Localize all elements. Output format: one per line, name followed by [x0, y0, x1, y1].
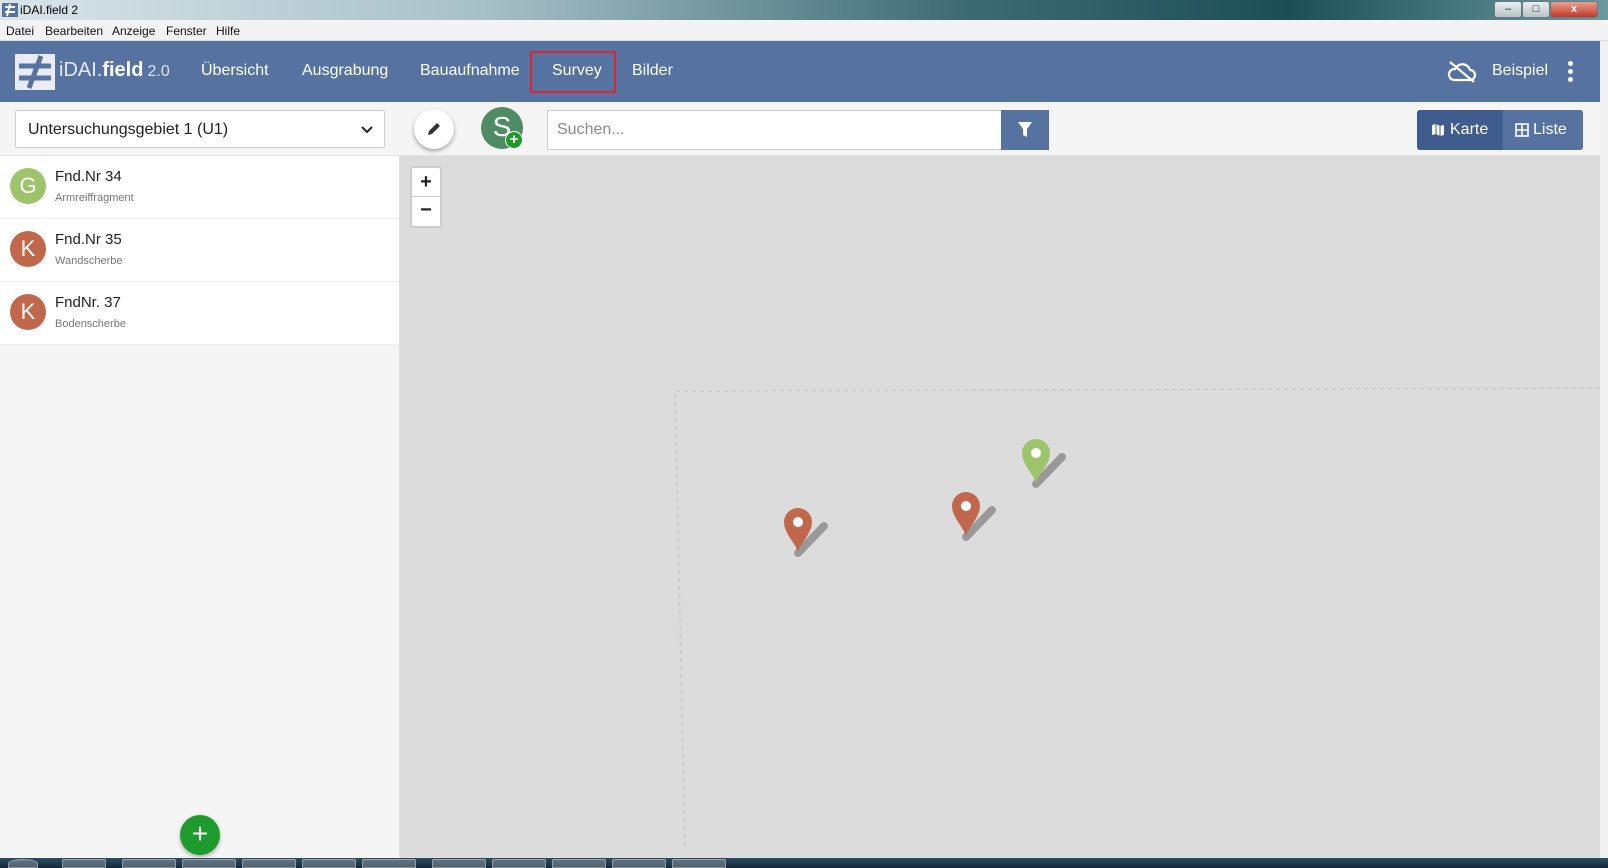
search-input[interactable] — [547, 110, 1001, 150]
tab-bilder[interactable]: Bilder — [632, 62, 673, 80]
taskbar-item[interactable] — [552, 859, 606, 868]
grid-icon — [1515, 123, 1529, 137]
resource-short-description: Armreiffragment — [55, 192, 134, 204]
operation-select[interactable]: Untersuchungsgebiet 1 (U1) — [15, 110, 385, 148]
taskbar-item[interactable] — [182, 859, 236, 868]
list-item[interactable]: G Fnd.Nr 34 Armreiffragment — [0, 156, 399, 219]
resource-short-description: Bodenscherbe — [55, 318, 126, 330]
window-title: iDAI.field 2 — [20, 3, 79, 17]
project-name[interactable]: Beispiel — [1492, 62, 1548, 80]
taskbar-item[interactable] — [122, 859, 176, 868]
menu-anzeige[interactable]: Anzeige — [112, 24, 155, 38]
taskbar-item[interactable] — [492, 859, 546, 868]
operation-select-value: Untersuchungsgebiet 1 (U1) — [28, 121, 229, 138]
map-canvas[interactable] — [400, 156, 1600, 858]
taskbar-item[interactable] — [672, 859, 726, 868]
more-vert-icon[interactable] — [1566, 61, 1574, 83]
survey-area-boundary — [674, 387, 1600, 847]
view-map-button[interactable]: Karte — [1417, 110, 1502, 150]
cloud-off-icon[interactable] — [1447, 60, 1477, 84]
map-marker-fnd-34[interactable] — [1022, 439, 1066, 488]
resource-identifier: Fnd.Nr 35 — [55, 231, 122, 248]
start-button[interactable] — [8, 859, 38, 868]
menu-fenster[interactable]: Fenster — [166, 24, 207, 38]
map-marker-fnd-35[interactable] — [784, 508, 828, 557]
map-view[interactable] — [400, 156, 1600, 858]
taskbar-item[interactable] — [62, 859, 106, 868]
menubar: Datei Bearbeiten Anzeige Fenster Hilfe — [0, 20, 1608, 41]
view-map-label: Karte — [1450, 121, 1489, 138]
map-icon — [1432, 124, 1444, 136]
avatar: K — [10, 294, 46, 330]
tab-ausgrabung[interactable]: Ausgrabung — [302, 62, 388, 80]
edit-operation-button[interactable] — [414, 109, 454, 149]
tab-uebersicht[interactable]: Übersicht — [201, 62, 269, 80]
tab-survey[interactable]: Survey — [552, 62, 602, 80]
app-version: 2.0 — [147, 63, 170, 80]
toolbar: Untersuchungsgebiet 1 (U1) S + Karte — [0, 102, 1600, 156]
list-item[interactable]: K Fnd.Nr 35 Wandscherbe — [0, 219, 399, 282]
chevron-down-icon — [361, 126, 373, 134]
window-right-edge — [1600, 41, 1608, 858]
taskbar-item[interactable] — [432, 859, 486, 868]
add-plus-icon: + — [505, 131, 523, 149]
resource-list: G Fnd.Nr 34 Armreiffragment K Fnd.Nr 35 … — [0, 156, 400, 858]
app-name-light: iDAI. — [59, 59, 103, 81]
map-marker-fnd-37[interactable] — [952, 492, 996, 541]
tab-bauaufnahme[interactable]: Bauaufnahme — [420, 62, 520, 80]
menu-hilfe[interactable]: Hilfe — [216, 24, 240, 38]
taskbar-item[interactable] — [302, 859, 356, 868]
resource-identifier: Fnd.Nr 34 — [55, 168, 122, 185]
taskbar-item[interactable] — [362, 859, 416, 868]
list-item[interactable]: K FndNr. 37 Bodenscherbe — [0, 282, 399, 345]
resource-short-description: Wandscherbe — [55, 255, 123, 267]
zoom-out-button[interactable]: − — [412, 197, 440, 226]
filter-button[interactable] — [1001, 110, 1049, 150]
app-name: iDAI.field 2.0 — [59, 59, 170, 82]
menu-datei[interactable]: Datei — [6, 24, 34, 38]
view-list-button[interactable]: Liste — [1502, 110, 1583, 150]
close-button[interactable]: x — [1550, 1, 1598, 18]
zoom-in-button[interactable]: + — [412, 168, 440, 197]
app-name-bold: field — [102, 59, 144, 81]
app-navbar: iDAI.field 2.0 Übersicht Ausgrabung Bauau… — [0, 41, 1600, 102]
avatar: G — [10, 168, 46, 204]
maximize-button[interactable]: □ — [1522, 1, 1550, 18]
window-titlebar: iDAI.field 2 – □ x — [0, 0, 1608, 20]
resource-identifier: FndNr. 37 — [55, 294, 121, 311]
avatar: K — [10, 231, 46, 267]
pencil-icon — [428, 123, 440, 135]
view-toggle: Karte Liste — [1417, 110, 1583, 150]
add-resource-button[interactable]: + — [180, 815, 220, 855]
menu-bearbeiten[interactable]: Bearbeiten — [45, 24, 103, 38]
taskbar-item[interactable] — [612, 859, 666, 868]
os-taskbar — [0, 858, 1608, 868]
app-logo-icon[interactable] — [15, 54, 55, 90]
taskbar-item[interactable] — [242, 859, 296, 868]
zoom-control: + − — [410, 166, 442, 228]
filter-icon — [1018, 122, 1032, 137]
app-icon — [2, 3, 18, 17]
view-list-label: Liste — [1533, 121, 1567, 138]
minimize-button[interactable]: – — [1494, 1, 1522, 18]
